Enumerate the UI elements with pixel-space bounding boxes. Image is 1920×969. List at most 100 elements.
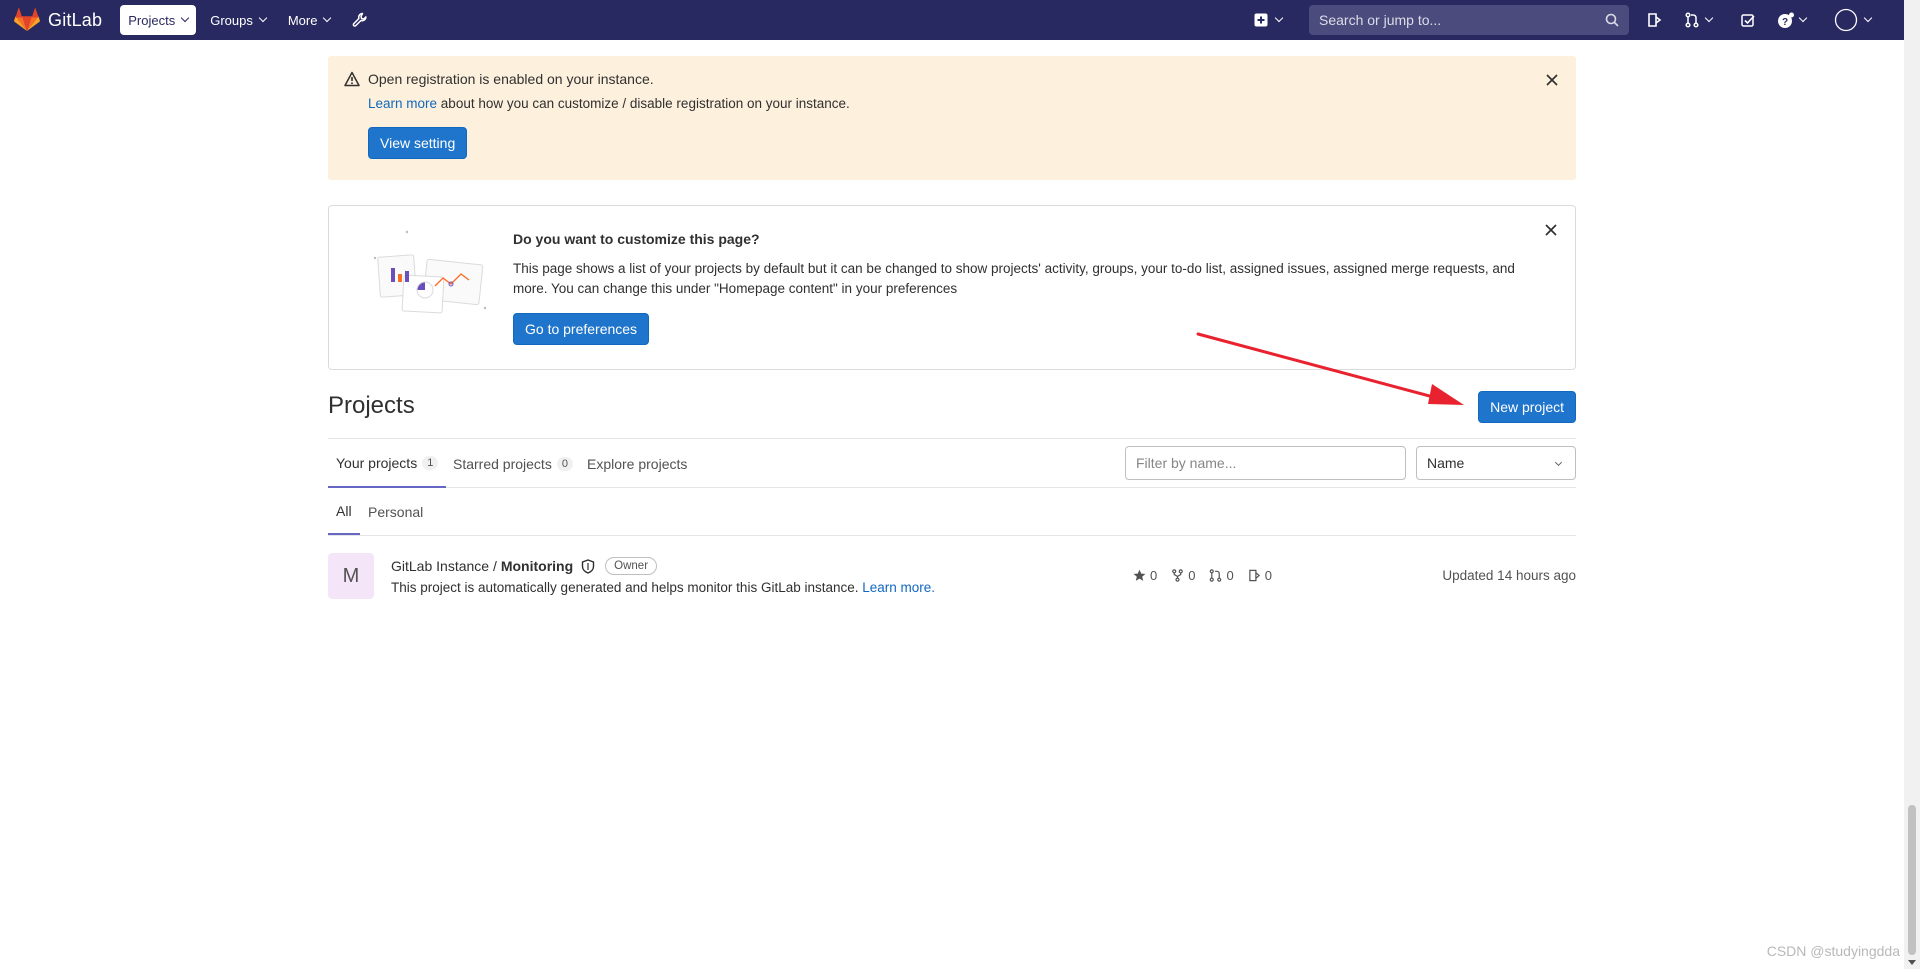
subtab-label: Personal <box>368 503 424 520</box>
todo-icon <box>1741 13 1755 27</box>
card-title: Do you want to customize this page? <box>513 231 760 247</box>
forks-count: 0 <box>1188 568 1196 583</box>
admin-area-button[interactable] <box>352 5 368 35</box>
project-updated-time: Updated 14 hours ago <box>1442 568 1576 583</box>
scrollbar-thumb[interactable] <box>1908 805 1916 955</box>
issues-icon <box>1248 569 1260 582</box>
plus-square-icon <box>1254 13 1268 27</box>
customize-illustration <box>373 230 487 314</box>
annotation-arrow <box>1196 332 1464 405</box>
project-description: This project is automatically generated … <box>391 580 935 595</box>
card-text: Do you want to customize this page? This… <box>513 231 1533 345</box>
projects-tabs: Your projects 1 Starred projects 0 Explo… <box>328 438 1576 488</box>
card-body: This page shows a list of your projects … <box>513 261 1515 296</box>
chevron-down-icon <box>258 13 268 23</box>
merge-request-icon <box>1210 569 1222 582</box>
projects-subtabs: All Personal <box>328 488 1576 536</box>
merge-requests-button[interactable] <box>1684 5 1714 35</box>
gitlab-brand-text: GitLab <box>48 9 103 30</box>
go-to-preferences-button[interactable]: Go to preferences <box>513 313 650 345</box>
chevron-down-icon <box>1704 13 1714 23</box>
nav-more-label: More <box>287 12 318 28</box>
tab-starred-projects[interactable]: Starred projects 0 <box>445 439 581 488</box>
project-namespace: GitLab Instance / <box>391 558 497 574</box>
stars-count: 0 <box>1150 568 1158 583</box>
chevron-down-icon <box>1554 458 1563 467</box>
issues-count: 0 <box>1264 568 1272 583</box>
project-list-item: M GitLab Instance / Monitoring Owner Thi… <box>328 536 1576 616</box>
alert-body-text: about how you can customize / disable re… <box>437 96 850 111</box>
learn-more-link[interactable]: Learn more <box>368 96 437 111</box>
close-icon <box>1545 224 1557 236</box>
new-dropdown-button[interactable] <box>1254 5 1284 35</box>
global-search[interactable] <box>1309 5 1629 35</box>
todos-button[interactable] <box>1741 5 1756 35</box>
nav-groups-dropdown[interactable]: Groups <box>202 5 274 35</box>
nav-more-dropdown[interactable]: More <box>280 5 339 35</box>
dismiss-alert-button[interactable] <box>1544 72 1560 88</box>
tab-label: Explore projects <box>587 455 688 472</box>
project-stats: 0 0 0 0 <box>1133 568 1286 583</box>
tab-label: Starred projects <box>453 455 552 472</box>
user-avatar-icon <box>1834 8 1858 32</box>
nav-groups-label: Groups <box>210 12 253 28</box>
view-setting-button[interactable]: View setting <box>368 127 468 159</box>
alert-title-row: Open registration is enabled on your ins… <box>344 71 1560 87</box>
chevron-down-icon <box>1274 13 1284 23</box>
gitlab-logo[interactable]: GitLab <box>14 0 102 40</box>
description-text: This project is automatically generated … <box>391 580 859 595</box>
subtab-personal[interactable]: Personal <box>360 488 431 535</box>
svg-text:?: ? <box>1782 17 1788 28</box>
chevron-down-icon <box>323 13 332 23</box>
sort-dropdown[interactable]: Name <box>1416 446 1576 480</box>
help-icon: ? <box>1778 12 1794 28</box>
watermark: CSDN @studyingdda <box>1766 943 1900 959</box>
gitlab-tanuki-icon <box>14 8 40 31</box>
fork-icon <box>1172 569 1184 582</box>
tab-explore-projects[interactable]: Explore projects <box>579 439 695 488</box>
chevron-down-icon <box>1863 13 1873 23</box>
star-icon <box>1133 569 1146 581</box>
new-project-button[interactable]: New project <box>1478 391 1576 423</box>
dismiss-card-button[interactable] <box>1543 222 1559 238</box>
merge-requests-count: 0 <box>1226 568 1234 583</box>
subtab-label: All <box>336 502 352 519</box>
search-icon <box>1605 13 1619 27</box>
sort-value: Name <box>1427 455 1465 471</box>
filter-by-name-input[interactable] <box>1125 446 1406 480</box>
merge-requests-stat[interactable]: 0 <box>1209 568 1234 583</box>
nav-projects-dropdown[interactable]: Projects <box>120 5 197 35</box>
page-scrollbar[interactable] <box>1904 0 1920 969</box>
role-badge: Owner <box>605 557 658 575</box>
description-learn-more-link[interactable]: Learn more. <box>862 580 935 595</box>
issues-button[interactable] <box>1646 5 1662 35</box>
scroll-down-arrow-icon[interactable] <box>1908 960 1916 965</box>
merge-request-icon <box>1685 12 1699 28</box>
registration-alert: Open registration is enabled on your ins… <box>328 56 1576 180</box>
project-title[interactable]: GitLab Instance / Monitoring Owner <box>391 557 658 575</box>
warning-icon <box>344 71 360 87</box>
forks-stat[interactable]: 0 <box>1171 568 1195 583</box>
search-input[interactable] <box>1319 12 1605 28</box>
project-name: Monitoring <box>500 558 574 574</box>
nav-projects-label: Projects <box>128 12 176 28</box>
stars-stat[interactable]: 0 <box>1133 568 1157 583</box>
chevron-down-icon <box>180 13 190 23</box>
user-menu-dropdown[interactable] <box>1834 5 1873 35</box>
alert-title: Open registration is enabled on your ins… <box>368 71 654 87</box>
admin-wrench-icon <box>353 12 368 27</box>
help-dropdown[interactable]: ? <box>1777 5 1808 35</box>
issues-stat[interactable]: 0 <box>1248 568 1272 583</box>
project-avatar[interactable]: M <box>328 553 374 599</box>
shield-icon <box>581 558 595 574</box>
issues-icon <box>1648 13 1662 27</box>
close-icon <box>1546 74 1558 86</box>
subtab-all[interactable]: All <box>328 488 360 535</box>
tab-label: Your projects <box>336 454 418 471</box>
page-title: Projects <box>328 392 415 419</box>
count-badge: 0 <box>556 456 573 471</box>
count-badge: 1 <box>422 455 439 470</box>
tab-your-projects[interactable]: Your projects 1 <box>328 439 447 488</box>
alert-body: Learn more about how you can customize /… <box>368 96 1560 111</box>
top-navbar: GitLab Projects Groups More Search or ju… <box>0 0 1904 40</box>
